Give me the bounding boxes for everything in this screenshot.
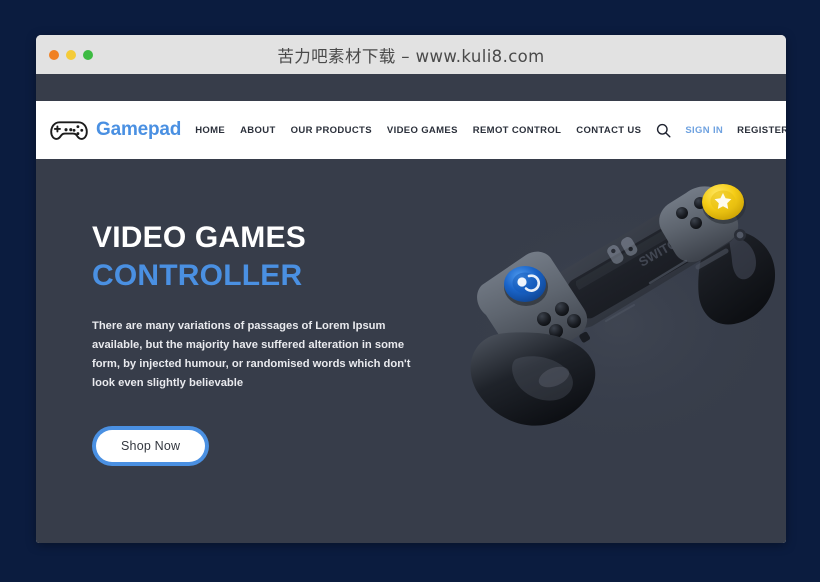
sign-in-link[interactable]: SIGN IN [685, 125, 723, 136]
brand-logo[interactable]: Gamepad [50, 117, 181, 143]
nav-item-contact-us[interactable]: CONTACT US [576, 125, 641, 136]
hero-content: VIDEO GAMES CONTROLLER There are many va… [92, 221, 437, 466]
window-titlebar: 苦力吧素材下载 – www.kuli8.com [36, 35, 786, 74]
nav-item-home[interactable]: HOME [195, 125, 225, 136]
main-navigation: HOME ABOUT OUR PRODUCTS VIDEO GAMES REMO… [195, 125, 641, 136]
maximize-window-button[interactable] [83, 49, 93, 60]
game-controller-image: SWITCH [434, 175, 786, 475]
navbar-actions: SIGN IN REGISTER [656, 123, 786, 138]
site-navbar: Gamepad HOME ABOUT OUR PRODUCTS VIDEO GA… [36, 101, 786, 159]
traffic-light-buttons [49, 49, 93, 60]
nav-item-remot-control[interactable]: REMOT CONTROL [473, 125, 561, 136]
nav-item-video-games[interactable]: VIDEO GAMES [387, 125, 458, 136]
page-top-strip [36, 74, 786, 101]
nav-item-our-products[interactable]: OUR PRODUCTS [291, 125, 372, 136]
hero-title-line-2: CONTROLLER [92, 258, 303, 292]
hero-title-line-1: VIDEO GAMES [92, 221, 306, 254]
shop-now-button[interactable]: Shop Now [96, 429, 206, 462]
hero-section: SWITCH VIDEO GAMES CONTROLLER There are … [36, 159, 786, 543]
close-window-button[interactable] [49, 49, 59, 60]
brand-name: Gamepad [96, 119, 182, 140]
window-title: 苦力吧素材下载 – www.kuli8.com [277, 46, 545, 66]
gamepad-icon [50, 117, 88, 143]
search-icon[interactable] [656, 123, 671, 138]
browser-window: 苦力吧素材下载 – www.kuli8.com Gamepad HOME ABO… [36, 35, 786, 543]
nav-item-about[interactable]: ABOUT [240, 125, 276, 136]
shop-now-button-ring[interactable]: Shop Now [92, 425, 210, 466]
hero-paragraph: There are many variations of passages of… [92, 319, 411, 390]
register-link[interactable]: REGISTER [737, 125, 786, 136]
minimize-window-button[interactable] [66, 49, 76, 60]
